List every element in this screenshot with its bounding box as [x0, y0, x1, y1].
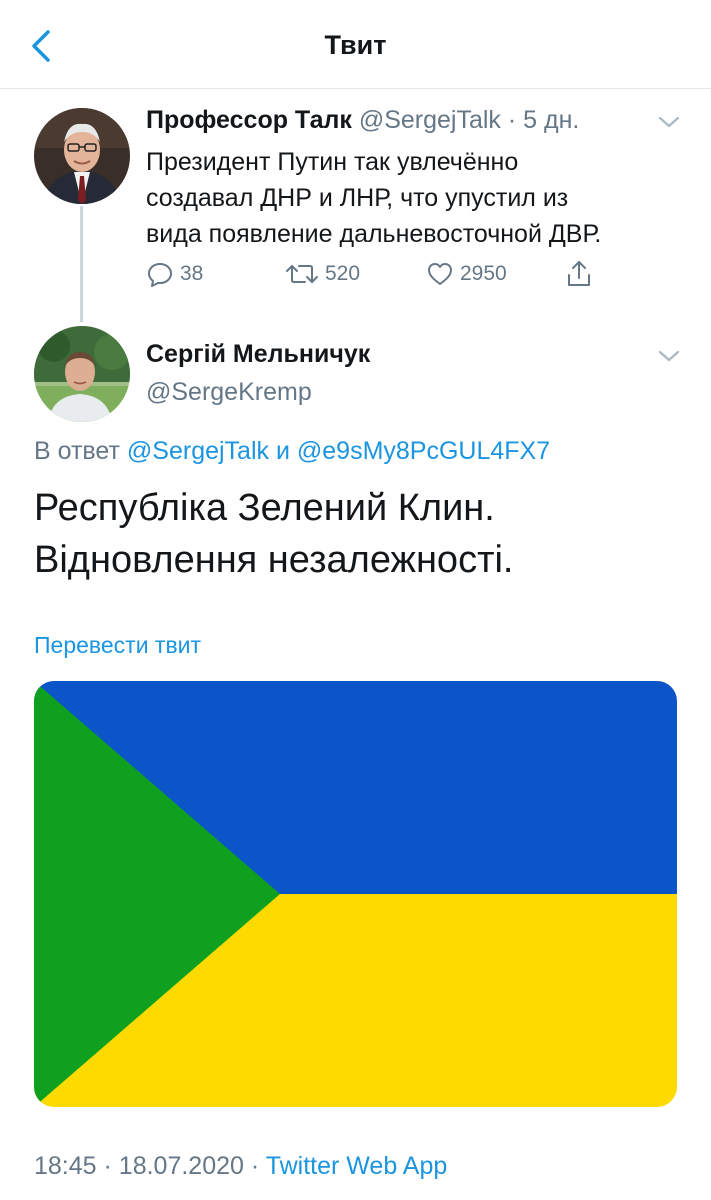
tweet1-author-handle[interactable]: @SergejTalk [359, 106, 501, 134]
retweet-icon [286, 265, 318, 283]
tweet1-text-line: вида появление дальневосточной ДВР. [146, 220, 602, 248]
tweet1-author-name[interactable]: Профессор Талк [146, 106, 352, 134]
reply-user-link[interactable]: @e9sMy8PcGUL4FX7 [297, 437, 550, 465]
tweet-time: 18:45 [34, 1152, 97, 1180]
tweet1-header: Профессор Талк @SergejTalk · 5 дн. [146, 106, 579, 135]
tweet1-text-line: создавал ДНР и ЛНР, что упустил из [146, 184, 569, 212]
reply-and-text: и [275, 437, 290, 465]
avatar-serhii-melnychuk[interactable] [34, 326, 130, 422]
reply-count: 38 [180, 262, 204, 285]
chevron-down-icon [658, 116, 680, 128]
avatar-professor-talk[interactable] [34, 108, 130, 204]
reply-user-link[interactable]: @SergejTalk [127, 437, 269, 465]
like-button[interactable]: 2950 [426, 258, 507, 290]
retweet-button[interactable]: 520 [285, 258, 360, 290]
reply-context: В ответ @SergejTalk и @e9sMy8PcGUL4FX7 [34, 437, 550, 466]
tweet-timestamp: 18:45 · 18.07.2020 · Twitter Web App [34, 1152, 447, 1181]
thread-connector-line [80, 206, 83, 322]
tweet1-separator: · [507, 106, 517, 134]
meta-separator: · [250, 1152, 260, 1180]
page-title: Твит [324, 30, 387, 60]
translate-tweet-link[interactable]: Перевести твит [34, 632, 201, 659]
tweet-source-link[interactable]: Twitter Web App [266, 1152, 448, 1180]
tweet1-text: Президент Путин так увлечённо создавал Д… [146, 144, 686, 252]
tweet2-text-line: Відновлення незалежності. [34, 539, 514, 581]
tweet2-author-name[interactable]: Сергій Мельничук [146, 340, 370, 369]
retweet-count: 520 [325, 262, 361, 285]
tweet-date: 18.07.2020 [118, 1152, 244, 1180]
like-count: 2950 [460, 262, 507, 285]
reply-icon [148, 263, 172, 287]
tweet2-more-button[interactable] [656, 346, 682, 366]
chevron-down-icon [658, 350, 680, 362]
share-button[interactable] [565, 258, 593, 290]
meta-separator: · [103, 1152, 112, 1180]
top-bar: Твит [0, 0, 711, 89]
reply-prefix: В ответ [34, 437, 120, 465]
tweet2-author-handle[interactable]: @SergeKremp [146, 378, 312, 407]
tweet1-text-line: Президент Путин так увлечённо [146, 148, 519, 176]
tweet2-text: Республіка Зелений Клин. Відновлення нез… [34, 482, 513, 586]
tweet1-more-button[interactable] [656, 112, 682, 132]
tweet-media-flag-image[interactable] [34, 681, 677, 1107]
tweet2-text-line: Республіка Зелений Клин. [34, 487, 495, 529]
tweet1-age[interactable]: 5 дн. [523, 106, 579, 134]
reply-button[interactable]: 38 [146, 258, 203, 290]
share-icon [568, 261, 590, 286]
heart-icon [428, 263, 452, 285]
